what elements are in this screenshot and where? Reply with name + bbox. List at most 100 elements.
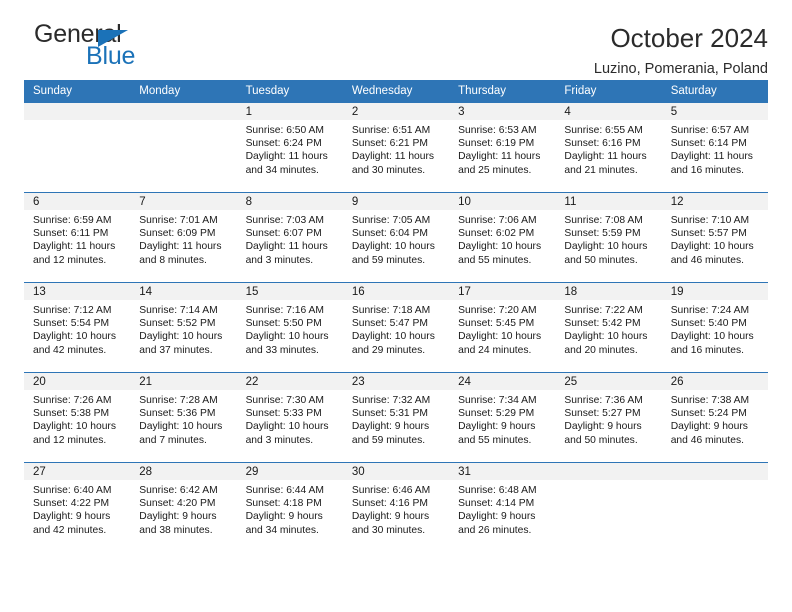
sunset-text: Sunset: 6:04 PM xyxy=(351,228,428,240)
calendar-day-cell[interactable]: 10 Sunrise: 7:06 AM Sunset: 6:02 PM Dayligh… xyxy=(449,192,556,283)
sunset-text: Sunset: 4:22 PM xyxy=(33,498,110,510)
page-header: General Blue October 2024 Luzino, Pomera… xyxy=(24,0,768,80)
sunset-text: Sunset: 5:42 PM xyxy=(564,318,641,330)
day-number: 17 xyxy=(449,283,556,300)
day-number: 7 xyxy=(130,193,237,210)
calendar-day-cell-empty xyxy=(24,102,131,193)
daylight-text: Daylight: 10 hours and 12 minutes. xyxy=(33,421,116,446)
calendar-day-cell[interactable]: 27 Sunrise: 6:40 AM Sunset: 4:22 PM Dayligh… xyxy=(24,462,131,553)
sunrise-text: Sunrise: 7:01 AM xyxy=(139,215,218,226)
daylight-text: Daylight: 9 hours and 26 minutes. xyxy=(458,511,536,536)
calendar-day-cell[interactable]: 26 Sunrise: 7:38 AM Sunset: 5:24 PM Dayligh… xyxy=(661,372,768,463)
daylight-text: Daylight: 11 hours and 34 minutes. xyxy=(245,151,328,176)
calendar-day-cell[interactable]: 29 Sunrise: 6:44 AM Sunset: 4:18 PM Dayligh… xyxy=(236,462,343,553)
calendar-day-cell[interactable]: 7 Sunrise: 7:01 AM Sunset: 6:09 PM Daylight… xyxy=(130,192,237,283)
sunset-text: Sunset: 5:38 PM xyxy=(33,408,110,420)
sunrise-text: Sunrise: 6:46 AM xyxy=(351,485,431,496)
sunset-text: Sunset: 5:54 PM xyxy=(33,318,110,330)
calendar-day-cell[interactable]: 6 Sunrise: 6:59 AM Sunset: 6:11 PM Daylight… xyxy=(24,192,131,283)
sunrise-text: Sunrise: 7:08 AM xyxy=(564,215,643,226)
calendar-day-cell[interactable]: 31 Sunrise: 6:48 AM Sunset: 4:14 PM Dayligh… xyxy=(449,462,556,553)
sunset-text: Sunset: 5:24 PM xyxy=(670,408,747,420)
calendar-day-cell[interactable]: 16 Sunrise: 7:18 AM Sunset: 5:47 PM Dayligh… xyxy=(342,282,450,373)
sunrise-text: Sunrise: 6:59 AM xyxy=(33,215,112,226)
day-details: Sunrise: 7:06 AM Sunset: 6:02 PM Daylight:… xyxy=(449,210,555,267)
calendar-day-cell-empty xyxy=(661,462,768,553)
day-number: 12 xyxy=(661,193,768,210)
calendar-body: 1 Sunrise: 6:50 AM Sunset: 6:24 PM Daylight… xyxy=(24,102,768,553)
sunrise-text: Sunrise: 7:18 AM xyxy=(351,305,431,316)
calendar-week-row: 20 Sunrise: 7:26 AM Sunset: 5:38 PM Dayligh… xyxy=(24,372,768,463)
calendar-day-cell[interactable]: 13 Sunrise: 7:12 AM Sunset: 5:54 PM Dayligh… xyxy=(24,282,131,373)
calendar-day-cell[interactable]: 17 Sunrise: 7:20 AM Sunset: 5:45 PM Dayligh… xyxy=(449,282,556,373)
day-details: Sunrise: 7:30 AM Sunset: 5:33 PM Daylight:… xyxy=(237,390,343,447)
sunset-text: Sunset: 5:57 PM xyxy=(670,228,747,240)
calendar-day-cell[interactable]: 8 Sunrise: 7:03 AM Sunset: 6:07 PM Daylight… xyxy=(236,192,343,283)
day-number: 19 xyxy=(661,283,768,300)
day-details: Sunrise: 6:55 AM Sunset: 6:16 PM Daylight:… xyxy=(555,120,661,177)
sunset-text: Sunset: 6:14 PM xyxy=(670,138,747,150)
day-details: Sunrise: 6:44 AM Sunset: 4:18 PM Daylight:… xyxy=(237,480,343,537)
calendar-day-cell[interactable]: 30 Sunrise: 6:46 AM Sunset: 4:16 PM Dayligh… xyxy=(342,462,450,553)
day-number: 28 xyxy=(130,463,237,480)
day-number: 18 xyxy=(555,283,662,300)
sunrise-text: Sunrise: 6:42 AM xyxy=(139,485,218,496)
sunset-text: Sunset: 6:11 PM xyxy=(33,228,109,240)
calendar-day-cell[interactable]: 25 Sunrise: 7:36 AM Sunset: 5:27 PM Dayligh… xyxy=(555,372,662,463)
calendar-day-cell[interactable]: 28 Sunrise: 6:42 AM Sunset: 4:20 PM Dayligh… xyxy=(130,462,237,553)
day-details: Sunrise: 7:16 AM Sunset: 5:50 PM Daylight:… xyxy=(237,300,343,357)
calendar-day-cell[interactable]: 12 Sunrise: 7:10 AM Sunset: 5:57 PM Dayligh… xyxy=(661,192,768,283)
daylight-text: Daylight: 10 hours and 42 minutes. xyxy=(33,331,116,356)
calendar-day-cell[interactable]: 20 Sunrise: 7:26 AM Sunset: 5:38 PM Dayligh… xyxy=(24,372,131,463)
day-number xyxy=(24,103,131,120)
day-details: Sunrise: 7:05 AM Sunset: 6:04 PM Daylight:… xyxy=(343,210,449,267)
brand-logo[interactable]: General Blue xyxy=(24,22,174,74)
weekday-header-row: Sunday Monday Tuesday Wednesday Thursday… xyxy=(24,80,768,103)
day-number: 1 xyxy=(236,103,343,120)
calendar-table: Sunday Monday Tuesday Wednesday Thursday… xyxy=(24,80,768,553)
calendar-day-cell[interactable]: 19 Sunrise: 7:24 AM Sunset: 5:40 PM Dayligh… xyxy=(661,282,768,373)
day-number: 22 xyxy=(236,373,343,390)
sunset-text: Sunset: 6:16 PM xyxy=(564,138,641,150)
day-number: 5 xyxy=(661,103,768,120)
day-details: Sunrise: 7:03 AM Sunset: 6:07 PM Daylight:… xyxy=(237,210,343,267)
daylight-text: Daylight: 9 hours and 59 minutes. xyxy=(351,421,430,446)
calendar-day-cell[interactable]: 1 Sunrise: 6:50 AM Sunset: 6:24 PM Daylight… xyxy=(236,102,343,193)
calendar-day-cell[interactable]: 5 Sunrise: 6:57 AM Sunset: 6:14 PM Daylight… xyxy=(661,102,768,193)
sunrise-text: Sunrise: 7:16 AM xyxy=(245,305,324,316)
sunset-text: Sunset: 4:20 PM xyxy=(139,498,216,510)
sunrise-text: Sunrise: 7:32 AM xyxy=(351,395,431,406)
day-number: 24 xyxy=(449,373,556,390)
calendar-day-cell[interactable]: 22 Sunrise: 7:30 AM Sunset: 5:33 PM Dayligh… xyxy=(236,372,343,463)
day-number: 2 xyxy=(342,103,450,120)
calendar-day-cell[interactable]: 21 Sunrise: 7:28 AM Sunset: 5:36 PM Dayligh… xyxy=(130,372,237,463)
sunrise-text: Sunrise: 7:22 AM xyxy=(564,305,643,316)
weekday-header-friday: Friday xyxy=(555,80,662,103)
sunrise-text: Sunrise: 6:55 AM xyxy=(564,125,643,136)
sunrise-text: Sunrise: 6:53 AM xyxy=(458,125,537,136)
daylight-text: Daylight: 9 hours and 34 minutes. xyxy=(245,511,323,536)
day-details: Sunrise: 6:42 AM Sunset: 4:20 PM Daylight:… xyxy=(130,480,236,537)
calendar-day-cell[interactable]: 23 Sunrise: 7:32 AM Sunset: 5:31 PM Dayligh… xyxy=(342,372,450,463)
sunrise-text: Sunrise: 7:24 AM xyxy=(670,305,750,316)
day-details: Sunrise: 6:50 AM Sunset: 6:24 PM Daylight:… xyxy=(237,120,343,177)
calendar-day-cell[interactable]: 15 Sunrise: 7:16 AM Sunset: 5:50 PM Dayligh… xyxy=(236,282,343,373)
sunrise-text: Sunrise: 6:40 AM xyxy=(33,485,112,496)
calendar-day-cell[interactable]: 3 Sunrise: 6:53 AM Sunset: 6:19 PM Daylight… xyxy=(449,102,556,193)
calendar-day-cell[interactable]: 2 Sunrise: 6:51 AM Sunset: 6:21 PM Daylight… xyxy=(342,102,450,193)
calendar-day-cell[interactable]: 11 Sunrise: 7:08 AM Sunset: 5:59 PM Dayligh… xyxy=(555,192,662,283)
calendar-week-row: 6 Sunrise: 6:59 AM Sunset: 6:11 PM Daylight… xyxy=(24,192,768,283)
day-number: 4 xyxy=(555,103,662,120)
calendar-day-cell[interactable]: 4 Sunrise: 6:55 AM Sunset: 6:16 PM Daylight… xyxy=(555,102,662,193)
calendar-day-cell[interactable]: 24 Sunrise: 7:34 AM Sunset: 5:29 PM Dayligh… xyxy=(449,372,556,463)
weekday-header-tuesday: Tuesday xyxy=(236,80,343,103)
sunrise-text: Sunrise: 7:26 AM xyxy=(33,395,112,406)
day-details: Sunrise: 7:01 AM Sunset: 6:09 PM Daylight:… xyxy=(130,210,236,267)
calendar-day-cell[interactable]: 14 Sunrise: 7:14 AM Sunset: 5:52 PM Dayligh… xyxy=(130,282,237,373)
day-number: 9 xyxy=(342,193,450,210)
calendar-day-cell[interactable]: 9 Sunrise: 7:05 AM Sunset: 6:04 PM Daylight… xyxy=(342,192,450,283)
sunset-text: Sunset: 6:21 PM xyxy=(351,138,428,150)
sunrise-text: Sunrise: 7:36 AM xyxy=(564,395,643,406)
calendar-day-cell[interactable]: 18 Sunrise: 7:22 AM Sunset: 5:42 PM Dayligh… xyxy=(555,282,662,373)
daylight-text: Daylight: 9 hours and 46 minutes. xyxy=(670,421,748,446)
